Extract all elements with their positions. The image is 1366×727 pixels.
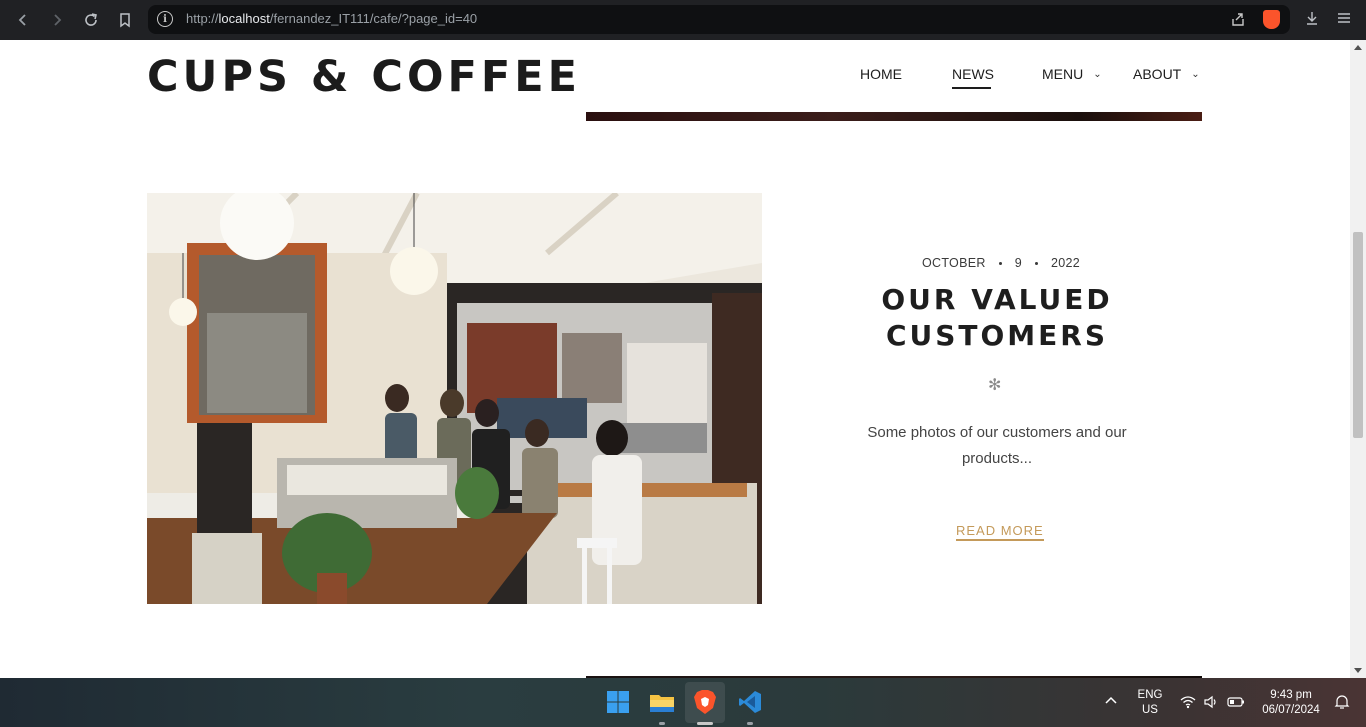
file-explorer-icon[interactable] (648, 688, 676, 725)
running-indicator (747, 722, 753, 725)
site-info-icon[interactable]: i (157, 11, 173, 27)
page-scrollbar[interactable] (1350, 40, 1366, 678)
chevron-down-icon: ⌄ (1093, 68, 1102, 80)
download-icon[interactable] (1304, 10, 1320, 29)
site-title[interactable]: CUPS & COFFEE (147, 52, 581, 102)
post-date: OCTOBER 9 2022 (922, 256, 1080, 270)
read-more-link[interactable]: READ MORE (956, 523, 1044, 541)
post-featured-image[interactable] (147, 193, 762, 604)
show-hidden-icons-icon[interactable] (1104, 695, 1118, 710)
nav-active-underline (952, 87, 991, 89)
volume-icon[interactable] (1203, 695, 1219, 714)
wifi-icon[interactable] (1180, 695, 1196, 714)
language-indicator[interactable]: ENG US (1136, 688, 1164, 718)
menu-icon[interactable] (1336, 10, 1352, 29)
browser-toolbar: i http://localhost/fernandez_IT111/cafe/… (0, 0, 1366, 40)
scroll-up-arrow-icon[interactable] (1354, 45, 1362, 50)
windows-start-icon[interactable] (604, 688, 632, 716)
notification-center-icon[interactable] (1334, 694, 1350, 715)
vscode-icon[interactable] (736, 688, 764, 725)
url-text[interactable]: http://localhost/fernandez_IT111/cafe/?p… (186, 11, 477, 26)
back-icon[interactable] (11, 8, 35, 32)
web-page: CUPS & COFFEE HOME NEWS MENU ⌄ ABOUT ⌄ O… (0, 40, 1350, 678)
brave-browser-icon[interactable] (691, 688, 719, 725)
nav-item-news[interactable]: NEWS (952, 66, 994, 82)
running-indicator (659, 722, 665, 725)
active-indicator (697, 722, 713, 725)
nav-item-home[interactable]: HOME (860, 66, 902, 82)
nav-item-about[interactable]: ABOUT ⌄ (1133, 66, 1200, 82)
reload-icon[interactable] (79, 8, 103, 32)
previous-post-image-edge (586, 112, 1202, 121)
post-title[interactable]: OUR VALUED CUSTOMERS (880, 282, 1114, 354)
brave-shields-icon[interactable] (1263, 10, 1280, 29)
bookmark-icon[interactable] (113, 8, 137, 32)
battery-icon[interactable] (1227, 696, 1245, 713)
post-excerpt: Some photos of our customers and our pro… (867, 424, 1127, 467)
clock[interactable]: 9:43 pm 06/07/2024 (1256, 688, 1326, 718)
forward-icon[interactable] (45, 8, 69, 32)
address-bar[interactable]: i http://localhost/fernandez_IT111/cafe/… (148, 5, 1290, 34)
windows-taskbar: ENG US 9:43 pm 06/07/2024 (0, 678, 1366, 727)
nav-item-menu[interactable]: MENU ⌄ (1042, 66, 1102, 82)
scroll-thumb[interactable] (1353, 232, 1363, 438)
share-icon[interactable] (1230, 11, 1246, 30)
cafe-interior-photo (147, 193, 762, 604)
chevron-down-icon: ⌄ (1191, 68, 1200, 80)
ornament-icon: ✻ (988, 377, 1002, 394)
scroll-down-arrow-icon[interactable] (1354, 668, 1362, 673)
